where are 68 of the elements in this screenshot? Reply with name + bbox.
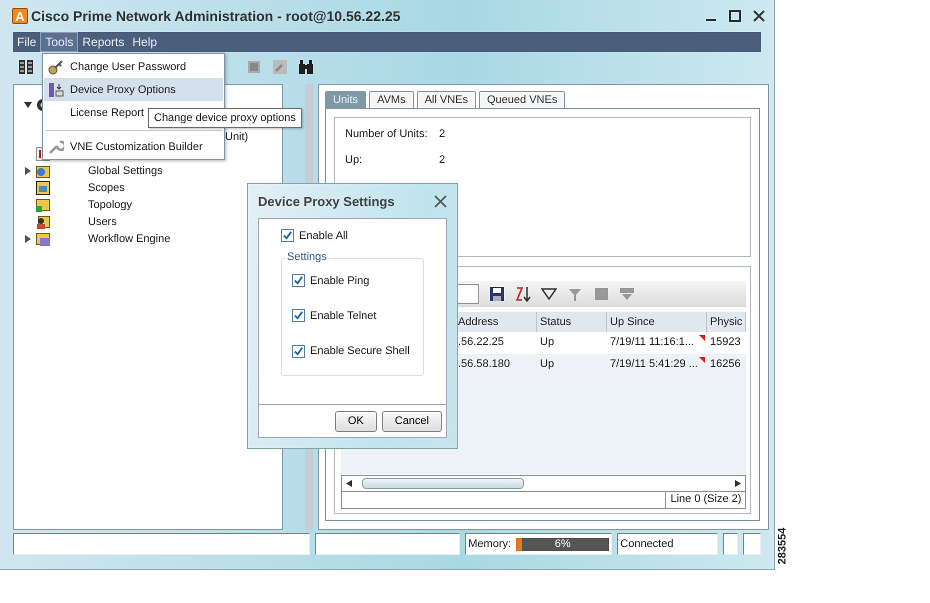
figure-id: 283554 bbox=[776, 528, 788, 564]
field-label: Number of Units: bbox=[345, 128, 429, 142]
status-field bbox=[723, 533, 738, 555]
checkbox[interactable] bbox=[292, 274, 305, 288]
menu-item[interactable]: Reports bbox=[78, 32, 128, 52]
app-logo: A bbox=[12, 8, 28, 24]
table-cell: .56.58.180 bbox=[455, 354, 537, 376]
checkbox[interactable] bbox=[292, 344, 305, 358]
connection-status: Connected bbox=[617, 533, 718, 555]
collapse-arrow-icon[interactable] bbox=[24, 100, 32, 108]
binoculars-icon[interactable] bbox=[298, 59, 314, 75]
status-field bbox=[743, 533, 761, 555]
checkbox[interactable] bbox=[281, 229, 294, 242]
tree-item[interactable]: Workflow Engine bbox=[88, 232, 170, 244]
folder-icon bbox=[36, 232, 50, 246]
checkbox[interactable] bbox=[292, 309, 305, 322]
scroll-right-icon[interactable] bbox=[735, 480, 742, 487]
dialog-button[interactable]: OK bbox=[334, 410, 377, 432]
checkbox-label: Enable Telnet bbox=[310, 310, 376, 322]
sort-icon[interactable] bbox=[515, 286, 531, 302]
menu-item[interactable]: Device Proxy Options bbox=[44, 78, 223, 101]
folder-icon bbox=[36, 164, 50, 178]
column-header[interactable]: Address bbox=[455, 312, 537, 332]
memory-label: Memory: bbox=[468, 538, 512, 550]
row-count: Line 0 (Size 2) bbox=[665, 492, 746, 508]
dialog-title: Device Proxy Settings bbox=[258, 194, 395, 208]
field-label: Up: bbox=[345, 154, 364, 168]
checkbox-label: Enable Ping bbox=[310, 274, 370, 287]
key-icon bbox=[48, 58, 64, 74]
menu-item[interactable]: Change User Password bbox=[44, 55, 223, 78]
column-header[interactable]: Up Since bbox=[607, 312, 707, 332]
tree-item[interactable]: Users bbox=[88, 216, 117, 228]
menu-item[interactable]: Tools bbox=[40, 32, 78, 52]
column-header[interactable]: Physic bbox=[707, 312, 746, 332]
menu-item[interactable]: VNE Customization Builder bbox=[44, 135, 223, 158]
tree-item[interactable]: Scopes bbox=[88, 182, 125, 194]
network-icon[interactable] bbox=[18, 59, 34, 75]
save-icon[interactable] bbox=[489, 286, 505, 302]
filter-field[interactable] bbox=[457, 284, 479, 304]
tooltip: Change device proxy options bbox=[148, 108, 302, 128]
window-title: Cisco Prime Network Administration - root@10.56.22.25 bbox=[31, 8, 402, 24]
menu-item[interactable]: File bbox=[13, 32, 40, 52]
tab[interactable]: Queued VNEs bbox=[479, 91, 566, 108]
tab[interactable]: AVMs bbox=[369, 91, 414, 108]
checkbox-label: Enable All bbox=[299, 230, 348, 242]
table-cell: Up bbox=[537, 354, 607, 376]
memory-reading: 6% bbox=[554, 538, 572, 550]
scroll-left-icon[interactable] bbox=[346, 480, 352, 487]
tree-item[interactable]: Topology bbox=[88, 198, 132, 210]
field-value: 2 bbox=[439, 154, 446, 168]
maximize-icon[interactable] bbox=[729, 10, 741, 22]
column-header[interactable]: Status bbox=[537, 312, 607, 332]
table-cell: 7/19/11 5:41:29 ... bbox=[607, 354, 707, 376]
field-value: 2 bbox=[439, 128, 446, 142]
close-icon[interactable] bbox=[753, 10, 765, 22]
close-icon[interactable] bbox=[434, 194, 447, 208]
server-icon bbox=[48, 82, 64, 98]
dialog-button[interactable]: Cancel bbox=[382, 410, 442, 432]
expand-arrow-icon[interactable] bbox=[24, 166, 32, 174]
tree-item[interactable]: Unit) bbox=[225, 130, 248, 142]
horizontal-scrollbar[interactable] bbox=[341, 475, 746, 492]
group-title: Settings bbox=[285, 251, 329, 263]
checkbox-label: Enable Secure Shell bbox=[310, 345, 410, 358]
menu-item[interactable]: Help bbox=[128, 32, 162, 52]
table-cell: 16256 bbox=[707, 354, 746, 376]
tab[interactable]: All VNEs bbox=[416, 91, 476, 108]
expand-arrow-icon[interactable] bbox=[24, 234, 32, 242]
tree-item[interactable]: Global Settings bbox=[88, 164, 163, 176]
